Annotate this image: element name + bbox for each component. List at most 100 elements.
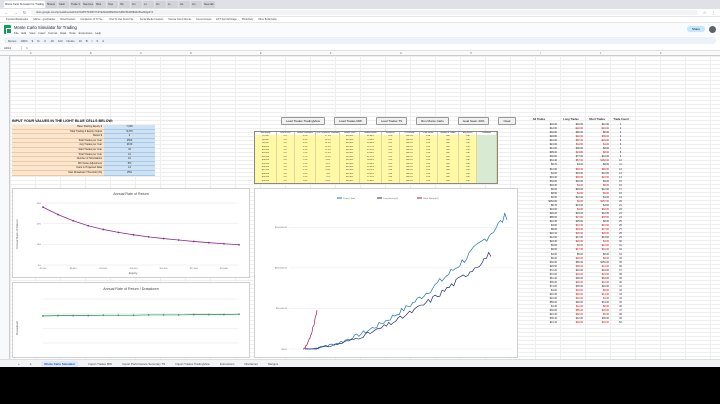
toolbar-item[interactable]: .0 <box>44 39 46 43</box>
sheet-tab[interactable]: ≡ <box>30 362 32 366</box>
bookmark-item[interactable]: Imported Bookmarks <box>6 18 28 21</box>
trades-cell[interactable]: $20.00 <box>558 321 584 325</box>
browser-tab[interactable]: Nb <box>119 1 131 8</box>
equity-curve-chart[interactable]: $0.00 $50,000.00 $100,000.00 $150,000.00 Cum… <box>254 188 518 358</box>
results-cell[interactable]: 400 <box>437 179 460 184</box>
menu-item-extensions[interactable]: Extensions <box>79 31 93 35</box>
row-headers[interactable] <box>0 56 10 394</box>
browser-tab[interactable]: Lt <box>167 1 179 8</box>
return-drawdown-chart[interactable]: Annual Rate of Return / Drawdown Drawdow… <box>12 282 250 358</box>
results-cell[interactable]: 25.84% <box>360 179 382 184</box>
trades-row: $24.10 $20.00 $16.00 50 <box>520 321 632 325</box>
browser-tab[interactable]: Lc <box>143 1 155 8</box>
results-table: Start Equity Risk of Ruin Median Drawdown 9… <box>254 131 498 185</box>
menu-item-insert[interactable]: Insert <box>38 31 45 35</box>
results-cell[interactable]: 2.06 <box>419 179 438 184</box>
browser-tab[interactable]: Trade V <box>69 1 82 8</box>
toolbar-item[interactable]: 100% <box>20 39 27 43</box>
sheet-tab[interactable]: Import Trades MW <box>88 362 112 366</box>
action-button[interactable]: Clear <box>498 117 516 125</box>
share-button[interactable]: Share <box>686 26 705 32</box>
action-button[interactable]: Run Monte Carlo <box>416 117 449 125</box>
bookmark-item[interactable]: Social Media Creators <box>140 18 164 21</box>
avatar[interactable] <box>709 26 716 33</box>
browser-tab[interactable]: Mhe <box>95 1 107 8</box>
toolbar-item[interactable]: Nunito <box>67 39 75 43</box>
reload-icon[interactable]: ↻ <box>22 10 27 15</box>
menu-dots-icon[interactable]: ⋮ <box>711 10 716 15</box>
bookmark-item[interactable]: Focus Groups <box>196 18 211 21</box>
toolbar-item[interactable]: $ <box>32 39 34 43</box>
results-cell[interactable]: $19,631 <box>340 179 361 184</box>
toolbar-item[interactable]: I <box>92 39 93 43</box>
forward-icon[interactable]: → <box>13 10 18 15</box>
toolbar-item[interactable]: Menus <box>8 39 16 43</box>
browser-tab[interactable]: Hn <box>131 1 143 8</box>
menu-item-tools[interactable]: Tools <box>69 31 76 35</box>
star-icon[interactable]: ☆ <box>702 10 707 15</box>
menu-item-view[interactable]: View <box>29 31 35 35</box>
browser-tab[interactable]: New tab <box>203 1 215 8</box>
results-cell[interactable]: 1.8% <box>294 179 317 184</box>
sheet-tab[interactable]: Disclaimer <box>244 362 258 366</box>
bookmark-item[interactable]: EXT Spot Arbitrage <box>216 18 236 21</box>
toolbar-item[interactable]: B <box>86 39 88 43</box>
menu-item-format[interactable]: Format <box>48 31 57 35</box>
action-button[interactable]: Load Trades MW <box>333 117 367 125</box>
input-value-cell[interactable]: 25% <box>104 170 155 176</box>
toolbar-item[interactable]: 123 <box>58 39 63 43</box>
annual-return-chart[interactable]: Annual Rate of Return Annual Rate of Ret… <box>12 188 250 278</box>
bookmark-item[interactable]: Scenes Camp Clients <box>168 18 191 21</box>
toolbar-item[interactable]: % <box>37 39 40 43</box>
menu-item-help[interactable]: Help <box>95 31 101 35</box>
sheet-tab[interactable]: Monte Carlo Simulator <box>41 360 79 367</box>
browser-tab[interactable]: Sheets <box>45 1 57 8</box>
results-cell[interactable] <box>477 179 498 184</box>
results-cell[interactable]: $20,000 <box>255 179 277 184</box>
back-icon[interactable]: ← <box>4 10 9 15</box>
browser-tab[interactable]: Hs <box>179 1 191 8</box>
action-button[interactable]: Load Trades TradingView <box>281 117 325 125</box>
document-title[interactable]: Monte Carlo Simulator for Trading <box>14 25 101 30</box>
data-point <box>192 240 195 243</box>
browser-tab[interactable]: Hn <box>191 1 203 8</box>
results-cell[interactable]: 6.8% <box>316 179 341 184</box>
sheet-tab[interactable]: Instructions <box>220 362 235 366</box>
sheet-tab[interactable]: Import Performance Summary TS <box>122 362 165 366</box>
results-cell[interactable]: 2.86 <box>459 179 478 184</box>
bookmark-item[interactable]: Completion of TV Se... <box>80 18 104 21</box>
browser-tab[interactable]: Sna <box>107 1 119 8</box>
bookmark-item[interactable]: Photobrely <box>242 18 253 21</box>
name-box[interactable]: AD12 <box>0 45 22 50</box>
sheets-logo-icon[interactable] <box>4 25 12 34</box>
trades-cell[interactable]: 50 <box>610 321 632 325</box>
toolbar-item[interactable]: .00 <box>50 39 54 43</box>
toolbar-item[interactable]: A <box>102 39 104 43</box>
toolbar-item[interactable]: 10 <box>79 39 82 43</box>
browser-tab[interactable]: Cash <box>57 1 69 8</box>
trades-cell[interactable]: $16.00 <box>584 321 610 325</box>
trades-cell[interactable]: $24.10 <box>520 321 558 325</box>
results-cell[interactable]: 100.0% <box>399 179 420 184</box>
sheet-tab[interactable]: Import Trades TradingView <box>175 362 210 366</box>
menu-item-data[interactable]: Data <box>60 31 66 35</box>
url-input[interactable]: docs.google.com/spreadsheets/d/1nhfG3P6T… <box>31 10 698 15</box>
browser-tab[interactable]: Nas Hee <box>82 1 95 8</box>
input-table: Base Starting Equity $7,000 Total Trading… <box>12 125 155 176</box>
action-button[interactable]: Goal Seek: 20% <box>457 117 490 125</box>
action-button[interactable]: Load Trades TS <box>375 117 408 125</box>
bookmark-item[interactable]: How To Use Snow Fla... <box>109 18 134 21</box>
data-point <box>57 314 59 317</box>
results-cell[interactable]: 4.35 <box>381 179 400 184</box>
bookmark-item[interactable]: Mixed Feelers <box>60 18 75 21</box>
results-cell[interactable]: 0% <box>276 179 295 184</box>
sheet-tab[interactable]: + <box>18 362 20 366</box>
bookmark-item[interactable]: Other Bookmarks <box>258 18 277 21</box>
browser-tab[interactable]: Oc <box>155 1 167 8</box>
bookmark-item[interactable]: GDrive - goodmarket <box>33 18 55 21</box>
sheet-tab[interactable]: Margins <box>268 362 278 366</box>
browser-tab[interactable]: Monte Carlo Simulator for Trading <box>4 1 45 8</box>
menu-item-edit[interactable]: Edit <box>22 31 27 35</box>
toolbar-item[interactable]: S <box>96 39 98 43</box>
menu-item-file[interactable]: File <box>14 31 19 35</box>
